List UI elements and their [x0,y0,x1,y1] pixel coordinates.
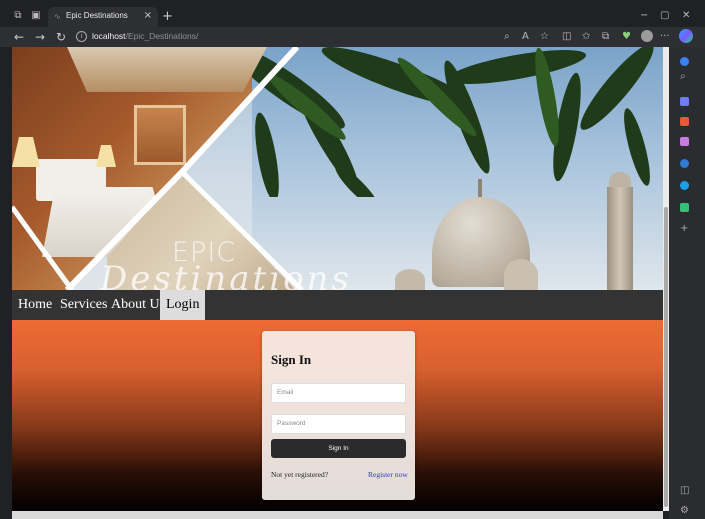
window-close-button[interactable]: ✕ [682,10,690,21]
url-field[interactable]: localhost/Epic_Destinations/ [92,31,198,41]
tab-close-icon[interactable]: × [144,10,152,21]
main-nav: Home Services About Us Login [12,290,663,320]
sidebar-office-icon[interactable] [680,159,689,168]
browser-essentials-icon[interactable]: ♥ [622,31,631,42]
hero-banner: EPIC Destinations [12,47,663,290]
sidebar-add-icon[interactable]: + [680,223,688,234]
profile-avatar[interactable] [641,30,653,42]
sidebar-drop-icon[interactable] [680,203,689,212]
sidebar-find-icon[interactable]: ⌕ [680,71,686,82]
vertical-scrollbar[interactable] [663,47,669,511]
sidebar-settings-icon[interactable]: ⚙ [680,505,689,516]
reload-button[interactable]: ↻ [56,30,66,44]
signin-card: Sign In Email Password Sign In Not yet r… [262,331,415,500]
favorite-star-icon[interactable]: ☆ [540,31,549,42]
diagonal-dividers [12,47,304,290]
sidebar-games-icon[interactable] [680,137,689,146]
horizontal-scrollbar[interactable] [12,511,663,519]
split-screen-icon[interactable]: ◫ [562,31,571,42]
scrollbar-thumb[interactable] [664,207,668,507]
browser-window: ⧉ ▣ ∿ Epic Destinations × + − ▢ ✕ ← → ↻ … [0,0,705,519]
minimize-button[interactable]: − [640,10,648,21]
copilot-icon[interactable] [679,29,693,43]
collections-icon[interactable]: ⧉ [602,31,609,42]
sidebar-shopping-icon[interactable] [680,97,689,106]
sidebar-tools-icon[interactable] [680,117,689,126]
maximize-button[interactable]: ▢ [660,10,669,21]
tab-bar: ⧉ ▣ ∿ Epic Destinations × + − ▢ ✕ [0,7,705,27]
tab-title: Epic Destinations [66,11,128,20]
address-bar: ← → ↻ i localhost/Epic_Destinations/ ⌕ A… [0,27,705,47]
new-tab-button[interactable]: + [162,9,173,24]
register-link[interactable]: Register now [368,470,408,479]
favorites-icon[interactable]: ✩ [582,31,590,42]
tab-actions-icon[interactable]: ▣ [30,10,42,22]
url-host: localhost [92,31,126,41]
signin-heading: Sign In [271,352,312,367]
register-prompt: Not yet registered? [271,470,329,479]
back-button[interactable]: ← [14,30,24,44]
sidebar-search-icon[interactable] [680,57,689,66]
edge-sidebar: ⌕ + ◫ ⚙ [669,47,705,519]
site-info-icon[interactable]: i [76,31,87,42]
read-aloud-icon[interactable]: A [522,31,529,42]
hero-script-title: Destinations [100,259,352,290]
sidebar-hide-icon[interactable]: ◫ [680,485,689,496]
search-icon[interactable]: ⌕ [504,31,510,42]
nav-home[interactable]: Home [12,290,58,320]
password-field[interactable]: Password [271,414,406,434]
url-path: /Epic_Destinations/ [125,31,199,41]
sidebar-outlook-icon[interactable] [680,181,689,190]
more-menu-icon[interactable]: ··· [660,31,670,42]
email-field[interactable]: Email [271,383,406,403]
workspaces-icon[interactable]: ⧉ [12,10,24,22]
tab-epic-destinations[interactable]: ∿ Epic Destinations × [48,7,158,27]
forward-button[interactable]: → [35,30,45,44]
page-favicon-icon: ∿ [54,12,61,21]
page-viewport: EPIC Destinations Home Services About Us… [12,47,663,511]
nav-login[interactable]: Login [160,290,206,320]
signin-button[interactable]: Sign In [271,439,406,458]
signin-section: Sign In Email Password Sign In Not yet r… [12,320,663,511]
